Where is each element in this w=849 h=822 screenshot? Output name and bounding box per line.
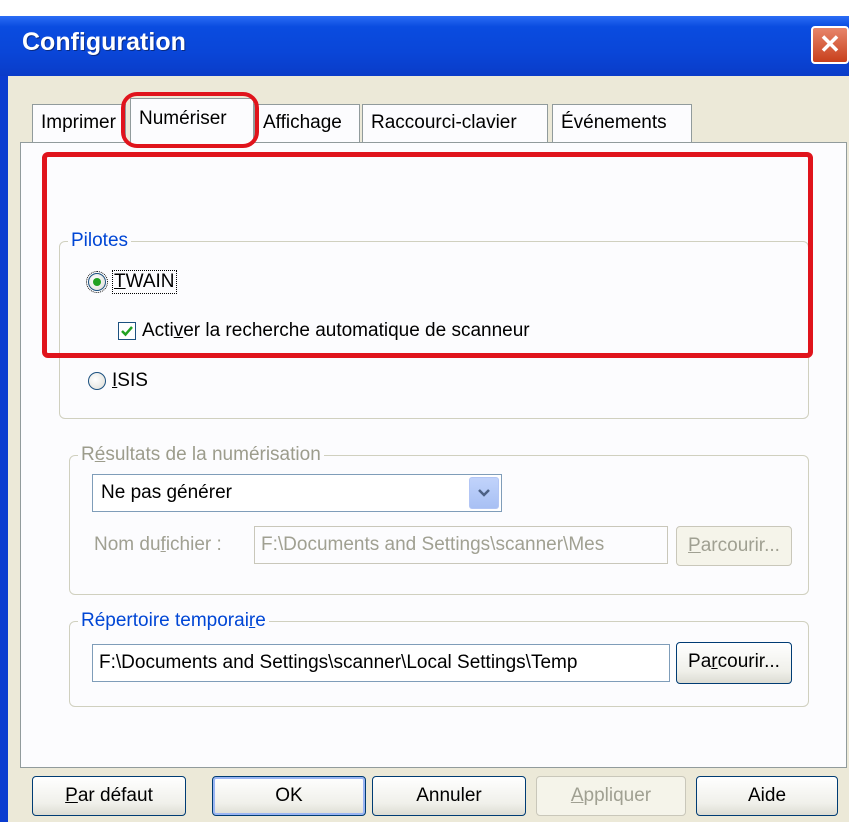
radio-isis[interactable]: ISIS <box>88 370 148 392</box>
group-temp-dir-legend: Répertoire temporaire <box>78 608 269 634</box>
help-button[interactable]: Aide <box>696 776 838 816</box>
tab-affichage[interactable]: Affichage <box>254 104 360 142</box>
browse-output-button[interactable]: Parcourir... <box>676 526 792 566</box>
tab-raccourci-clavier[interactable]: Raccourci-clavier <box>362 104 548 142</box>
ok-button[interactable]: OK <box>212 776 366 816</box>
configuration-window: Configuration ✕ Imprimer Numériser Affic… <box>0 16 849 822</box>
output-format-value: Ne pas générer <box>101 482 232 503</box>
file-name-input[interactable]: F:\Documents and Settings\scanner\Mes <box>254 526 668 564</box>
chevron-down-icon[interactable] <box>469 477 499 509</box>
radio-isis-label[interactable]: ISIS <box>112 370 148 392</box>
apply-button[interactable]: Appliquer <box>536 776 686 816</box>
group-resultats: Résultats de la numérisation Ne pas géné… <box>69 442 809 595</box>
output-format-select[interactable]: Ne pas générer <box>92 474 502 512</box>
cancel-button[interactable]: Annuler <box>372 776 526 816</box>
temp-dir-input[interactable]: F:\Documents and Settings\scanner\Local … <box>92 644 670 682</box>
tab-evenements[interactable]: Événements <box>552 104 692 142</box>
group-temp-dir: Répertoire temporaire F:\Documents and S… <box>69 608 809 707</box>
pilotes-highlight-annotation <box>42 152 813 358</box>
radio-isis-button[interactable] <box>88 372 106 390</box>
tab-imprimer[interactable]: Imprimer <box>32 104 126 142</box>
title-bar[interactable]: Configuration ✕ <box>0 16 849 76</box>
file-name-label: Nom du f ichier : <box>94 534 222 555</box>
browse-temp-button[interactable]: Parcourir... <box>676 642 792 684</box>
window-title: Configuration <box>22 28 186 56</box>
tab-highlight-annotation <box>121 92 259 148</box>
group-resultats-legend: Résultats de la numérisation <box>78 442 324 468</box>
close-icon[interactable]: ✕ <box>811 26 849 64</box>
default-button[interactable]: Par défaut <box>32 776 186 816</box>
